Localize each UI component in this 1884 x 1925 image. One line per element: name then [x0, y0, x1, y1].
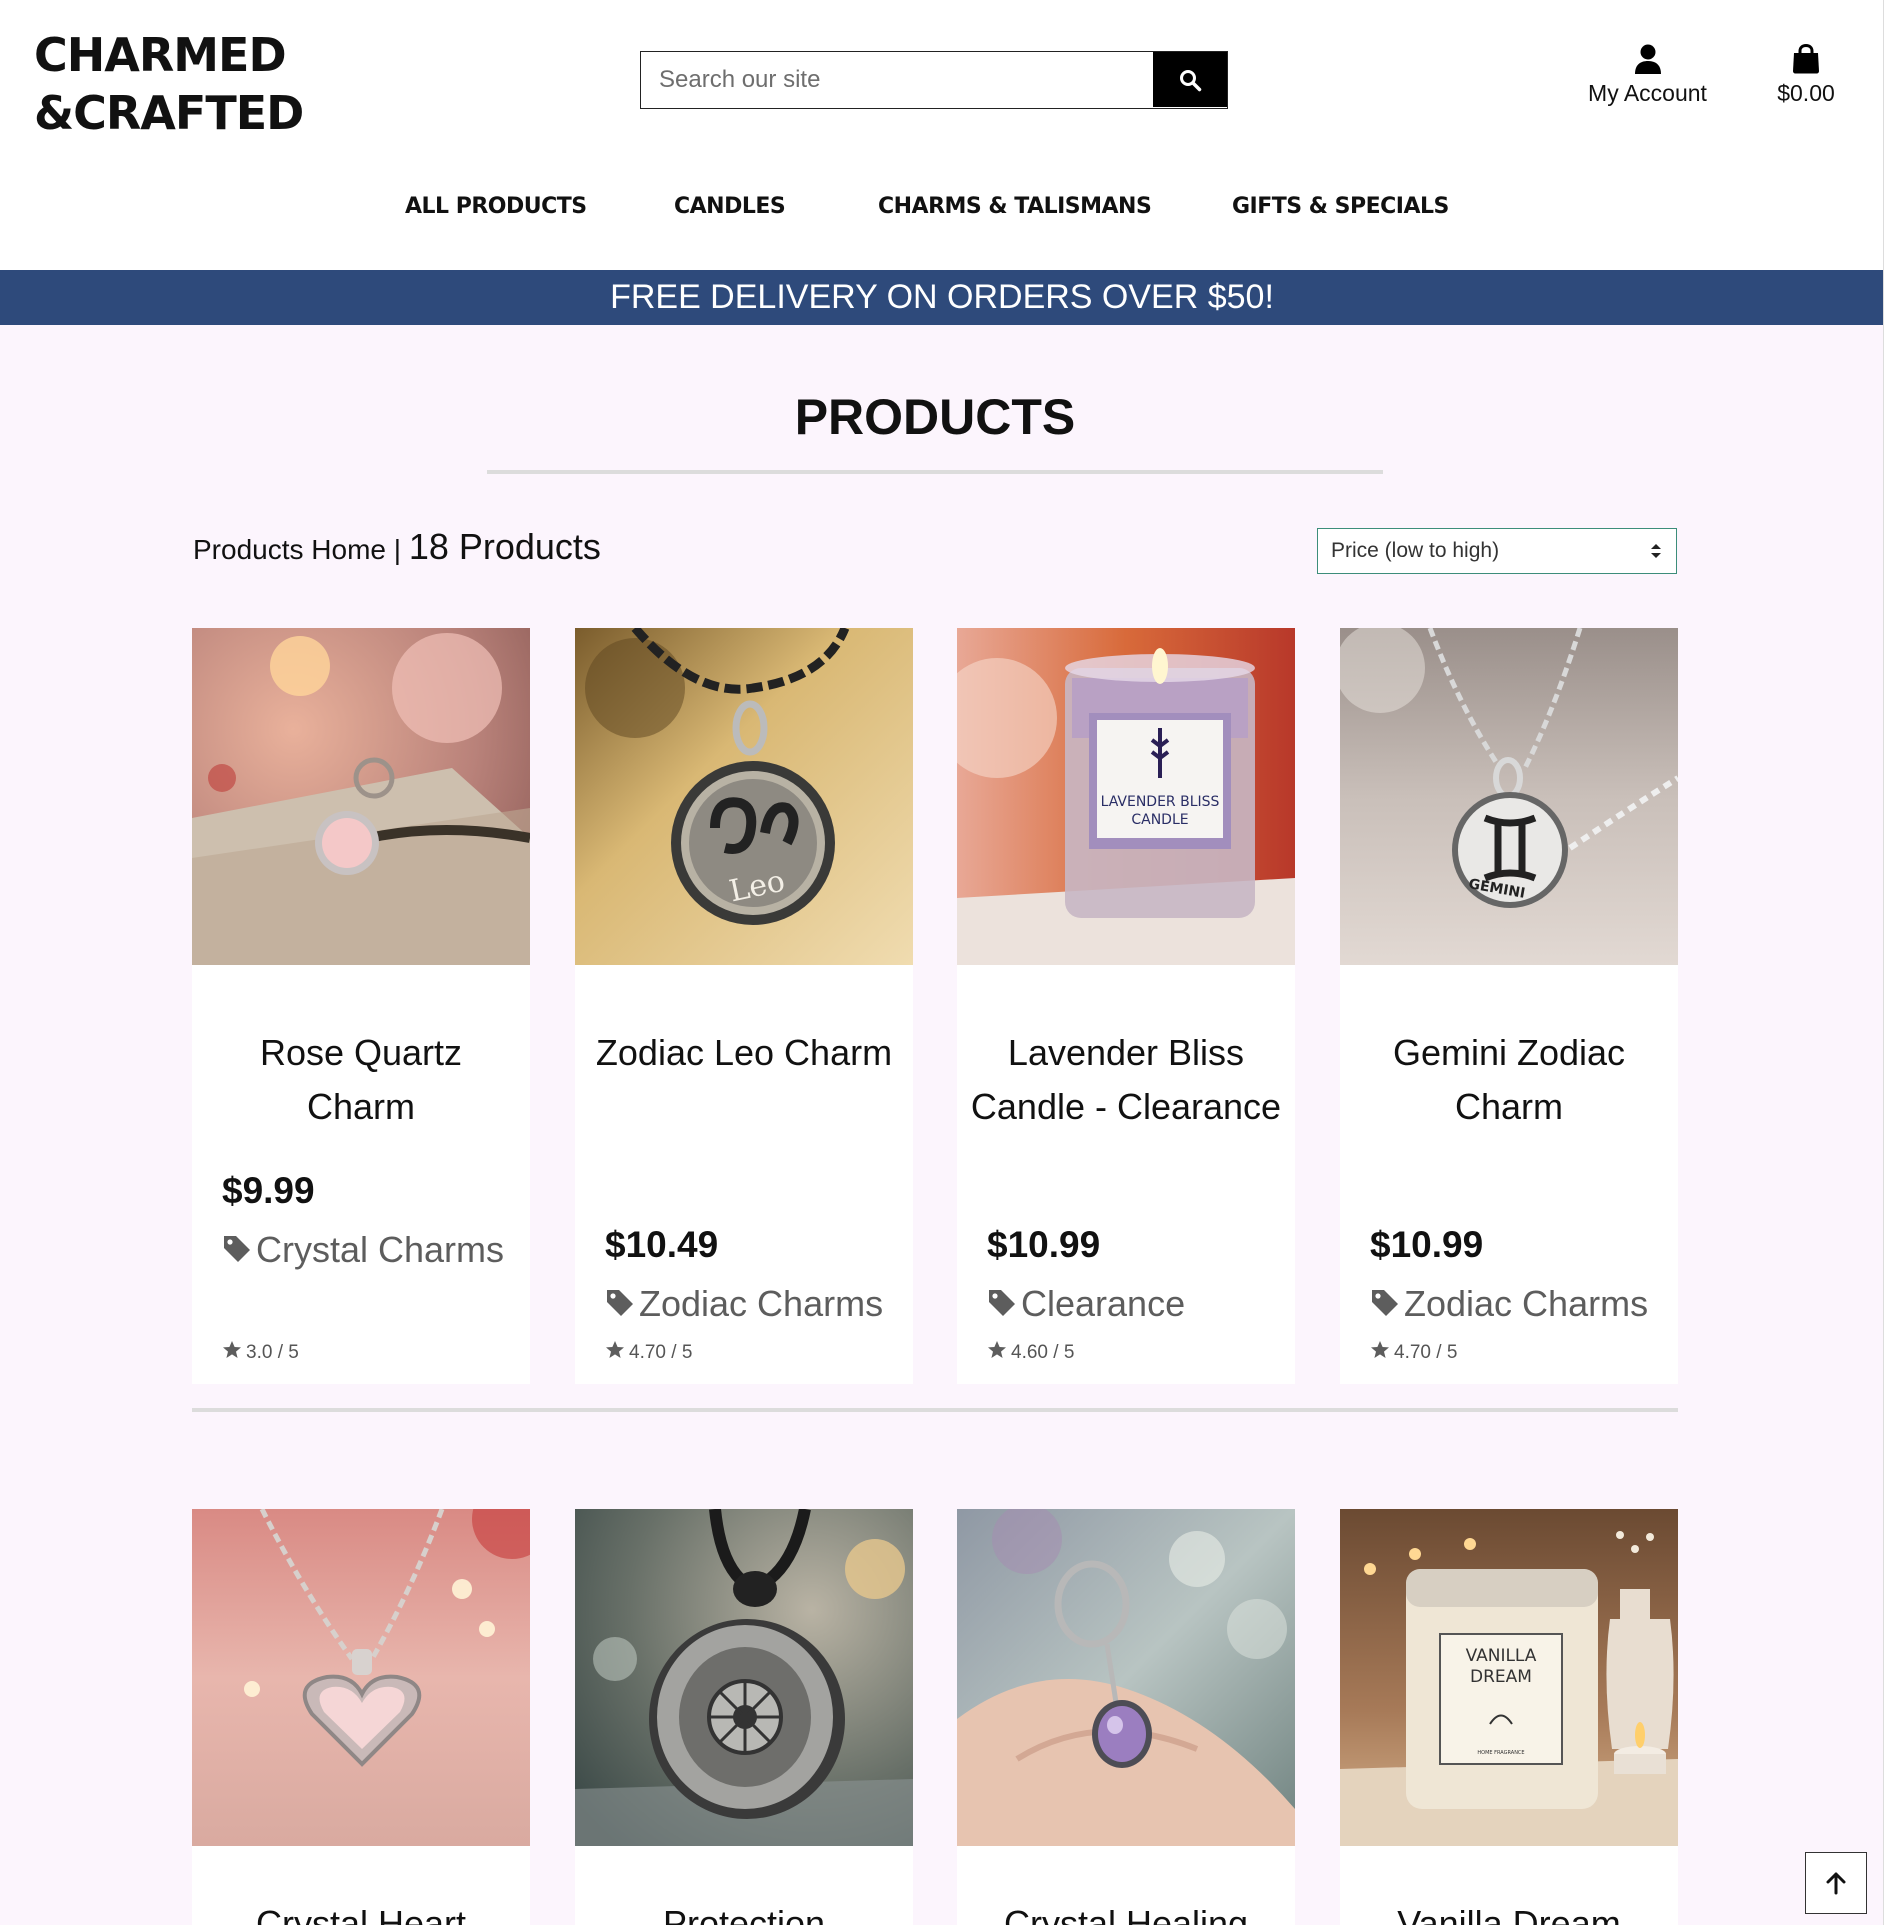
user-icon	[1634, 44, 1661, 74]
tag-icon	[224, 1236, 250, 1262]
product-price: $10.99	[987, 1224, 1101, 1265]
sort-caret-icon	[1651, 544, 1661, 558]
product-image[interactable]	[192, 628, 530, 965]
logo-line-1: CHARMED	[34, 28, 287, 82]
product-card[interactable]: VANILLA DREAM HOME FRAGRANCE Vanilla Dre…	[1340, 1509, 1678, 1925]
star-icon	[606, 1341, 624, 1358]
product-rating: 3.0 / 5	[222, 1340, 299, 1364]
product-image[interactable]: LAVENDER BLISS CANDLE	[957, 628, 1295, 965]
breadcrumb: Products Home | 18 Products	[193, 526, 601, 568]
row-divider	[192, 1408, 1678, 1412]
shopping-bag-icon	[1793, 44, 1819, 74]
product-price: $10.49	[605, 1224, 719, 1265]
product-card[interactable]: LAVENDER BLISS CANDLE Lavender Bliss Can…	[957, 628, 1295, 1384]
tag-icon	[1372, 1290, 1398, 1316]
page-title: PRODUCTS	[794, 389, 1076, 445]
product-name[interactable]: Protection	[585, 1897, 903, 1925]
search-input[interactable]	[641, 52, 1153, 107]
product-image[interactable]	[575, 1509, 913, 1846]
star-icon	[988, 1341, 1006, 1358]
tag-icon	[989, 1290, 1015, 1316]
search-icon	[1180, 69, 1202, 91]
tag-icon	[607, 1290, 633, 1316]
sort-selected-value: Price (low to high)	[1331, 539, 1500, 562]
vanilla-label-1: VANILLA	[1466, 1646, 1537, 1666]
product-category[interactable]: Clearance	[987, 1277, 1287, 1331]
product-name[interactable]: Zodiac Leo Charm	[585, 1026, 903, 1080]
lavender-label-2: CANDLE	[1131, 812, 1188, 828]
arrow-up-icon	[1826, 1872, 1846, 1895]
product-image[interactable]: GEMINI	[1340, 628, 1678, 965]
my-account-link[interactable]: My Account	[1575, 44, 1720, 107]
product-rating: 4.60 / 5	[987, 1340, 1074, 1364]
product-name[interactable]: Lavender Bliss Candle - Clearance	[967, 1026, 1285, 1134]
free-delivery-banner: FREE DELIVERY ON ORDERS OVER $50!	[0, 270, 1884, 325]
sort-select[interactable]: Price (low to high)	[1317, 528, 1677, 574]
logo-line-2: &CRAFTED	[34, 86, 304, 140]
product-image[interactable]	[192, 1509, 530, 1846]
product-rating: 4.70 / 5	[1370, 1340, 1457, 1364]
product-count: 18 Products	[408, 526, 601, 567]
product-card[interactable]: Protection	[575, 1509, 913, 1925]
cart-link[interactable]: $0.00	[1770, 44, 1842, 107]
breadcrumb-separator: |	[393, 534, 402, 565]
vanilla-label-3: HOME FRAGRANCE	[1477, 1750, 1524, 1756]
search-button[interactable]	[1153, 52, 1227, 107]
product-category[interactable]: Zodiac Charms	[1370, 1277, 1670, 1331]
nav-all-products[interactable]: ALL PRODUCTS	[405, 194, 587, 219]
product-image[interactable]: Leo	[575, 628, 913, 965]
nav-gifts-specials[interactable]: GIFTS & SPECIALS	[1232, 194, 1449, 219]
nav-charms-talismans[interactable]: CHARMS & TALISMANS	[878, 194, 1152, 219]
nav-candles[interactable]: CANDLES	[674, 194, 786, 219]
product-price: $9.99	[222, 1170, 315, 1211]
product-card[interactable]: Crystal Healing	[957, 1509, 1295, 1925]
search-form	[640, 51, 1228, 109]
title-divider	[487, 470, 1383, 474]
product-category[interactable]: Crystal Charms	[222, 1223, 522, 1277]
star-icon	[223, 1341, 241, 1358]
product-price: $10.99	[1370, 1224, 1484, 1265]
product-card[interactable]: Rose Quartz Charm $9.99 Crystal Charms 3…	[192, 628, 530, 1384]
product-name[interactable]: Crystal Healing	[967, 1897, 1285, 1925]
star-icon	[1371, 1341, 1389, 1358]
product-card[interactable]: Leo Zodiac Leo Charm $10.49 Zodiac Charm…	[575, 628, 913, 1384]
lavender-label-1: LAVENDER BLISS	[1101, 794, 1220, 810]
product-name[interactable]: Rose Quartz Charm	[202, 1026, 520, 1134]
vanilla-label-2: DREAM	[1470, 1667, 1532, 1687]
product-image[interactable]	[957, 1509, 1295, 1846]
product-name[interactable]: Vanilla Dream	[1350, 1897, 1668, 1925]
product-name[interactable]: Gemini Zodiac Charm	[1350, 1026, 1668, 1134]
product-card[interactable]: GEMINI Gemini Zodiac Charm $10.99 Zodiac…	[1340, 628, 1678, 1384]
product-image[interactable]: VANILLA DREAM HOME FRAGRANCE	[1340, 1509, 1678, 1846]
site-logo[interactable]: CHARMED &CRAFTED	[34, 26, 304, 142]
back-to-top-button[interactable]	[1805, 1852, 1867, 1914]
my-account-label: My Account	[1588, 80, 1707, 106]
cart-total: $0.00	[1777, 80, 1835, 106]
breadcrumb-products-home[interactable]: Products Home	[193, 534, 386, 565]
product-name[interactable]: Crystal Heart	[202, 1897, 520, 1925]
product-card[interactable]: Crystal Heart	[192, 1509, 530, 1925]
product-category[interactable]: Zodiac Charms	[605, 1277, 905, 1331]
product-rating: 4.70 / 5	[605, 1340, 692, 1364]
